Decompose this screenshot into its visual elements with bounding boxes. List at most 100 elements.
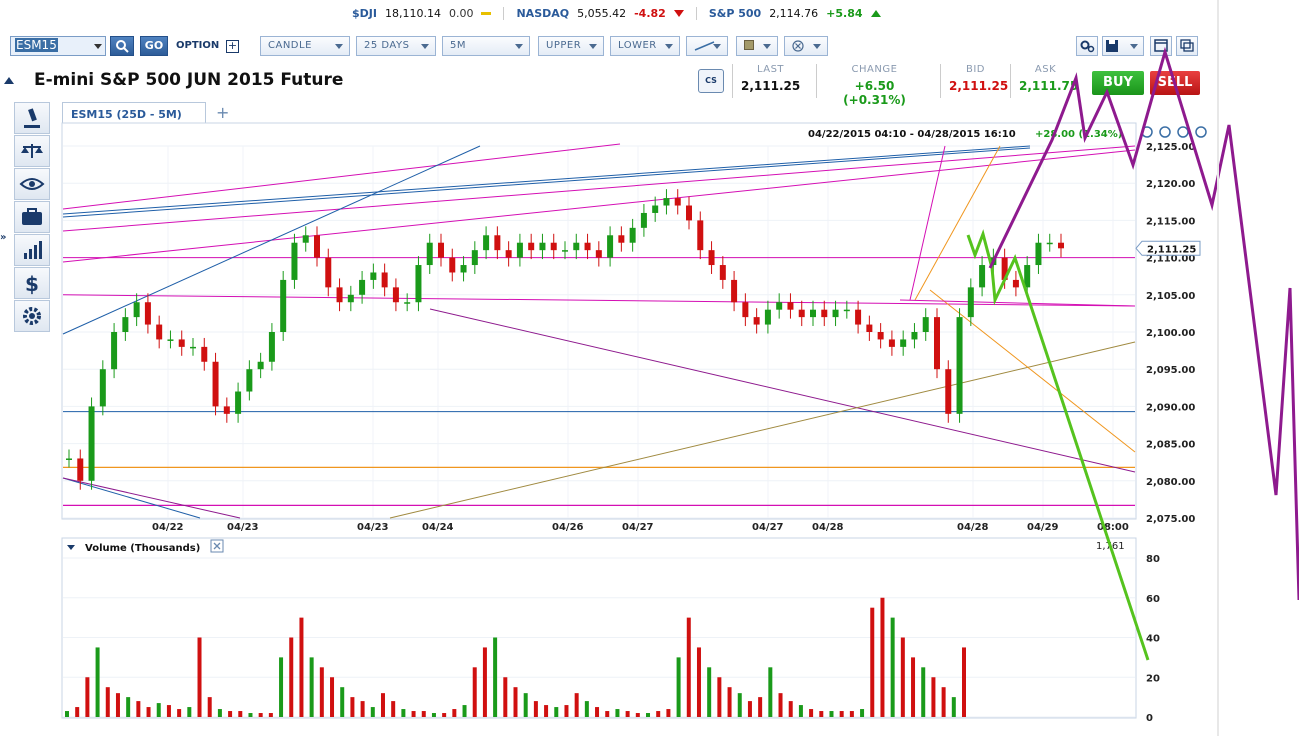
candle: [618, 235, 625, 243]
zoom-in-icon: [1159, 126, 1171, 138]
candle: [539, 242, 546, 251]
candle: [911, 332, 918, 340]
volume-bar: [258, 713, 263, 717]
candle: [460, 265, 467, 273]
candle: [877, 332, 884, 340]
y-tick-label: 2,080.00: [1146, 477, 1195, 488]
price-plot-frame: [61, 122, 1137, 520]
candle: [1058, 242, 1064, 249]
y-tick-label: 2,115.00: [1146, 216, 1195, 227]
volume-bar: [401, 709, 406, 717]
volume-bar: [482, 647, 487, 717]
x-tick-label: 04/27: [622, 522, 654, 533]
candle: [235, 391, 242, 414]
volume-bar: [707, 667, 712, 717]
volume-bar: [870, 607, 875, 717]
volume-bar: [727, 687, 732, 717]
x-tick-label: 04/28: [957, 522, 989, 533]
volume-bar: [554, 707, 559, 717]
candle: [719, 265, 726, 280]
volume-bar: [839, 711, 844, 717]
volume-bar: [115, 693, 120, 717]
candle: [708, 250, 715, 266]
volume-title: Volume (Thousands): [85, 543, 200, 554]
volume-bar: [105, 687, 110, 717]
y-tick-label: 2,075.00: [1146, 514, 1195, 525]
candle: [798, 309, 805, 318]
candle: [381, 272, 388, 288]
candle: [697, 220, 704, 251]
candle: [370, 272, 377, 280]
candle: [595, 250, 602, 258]
volume-bar: [676, 657, 681, 717]
range-text: 04/22/2015 04:10 - 04/28/2015 16:10: [808, 129, 1016, 140]
candle: [257, 361, 264, 370]
candle: [302, 235, 309, 243]
volume-bar: [299, 617, 304, 717]
volume-bar: [849, 711, 854, 717]
y-tick-label: 2,105.00: [1146, 291, 1195, 302]
volume-bar: [421, 711, 426, 717]
zoom-out-icon: [1177, 126, 1189, 138]
candle: [66, 458, 72, 460]
volume-bar: [564, 705, 569, 717]
volume-chart[interactable]: Volume (Thousands) 1,761806040200: [61, 537, 1160, 724]
range-change: +28.00 (1.34%): [1035, 129, 1122, 140]
volume-bar: [798, 705, 803, 717]
candle: [178, 339, 185, 347]
volume-plot-frame: [61, 537, 1137, 719]
volume-bar: [860, 709, 865, 717]
last-price-label: 2,111.25: [1147, 244, 1196, 255]
volume-bar: [177, 709, 182, 717]
candle: [843, 309, 850, 312]
volume-bar: [309, 657, 314, 717]
volume-y-tick: 0: [1146, 713, 1153, 724]
price-chart[interactable]: 04/22/2015 04:10 - 04/28/2015 16:10 +28.0…: [61, 122, 1207, 533]
candle: [810, 309, 816, 318]
candle: [1046, 242, 1053, 245]
y-tick-label: 2,120.00: [1146, 179, 1195, 190]
volume-bar: [758, 697, 763, 717]
volume-bar: [340, 687, 345, 717]
candle: [787, 302, 794, 310]
candle: [505, 250, 512, 258]
volume-bar: [442, 713, 447, 717]
volume-bar: [574, 693, 579, 717]
candle: [133, 302, 140, 318]
x-tick-label: 04/28: [812, 522, 844, 533]
candle: [607, 235, 614, 258]
candle: [314, 235, 320, 258]
volume-bar: [911, 657, 916, 717]
candle: [562, 250, 568, 252]
volume-bar: [523, 693, 528, 717]
volume-bar: [493, 637, 498, 717]
y-tick-label: 2,095.00: [1146, 365, 1195, 376]
candle: [753, 317, 760, 325]
candle: [922, 317, 929, 332]
volume-bar: [156, 703, 161, 717]
candle: [652, 205, 659, 213]
volume-bar: [595, 707, 600, 717]
volume-bar: [747, 701, 752, 717]
volume-bar: [656, 711, 661, 717]
volume-bar: [788, 701, 793, 717]
volume-bar: [625, 711, 630, 717]
candle: [934, 317, 940, 370]
candle: [640, 212, 647, 228]
volume-bar: [330, 677, 335, 717]
volume-bar: [696, 647, 701, 717]
candle: [291, 242, 298, 280]
volume-bar: [544, 705, 549, 717]
volume-bar: [126, 697, 131, 717]
candle: [956, 317, 963, 414]
volume-bar: [819, 711, 824, 717]
zoom-in-icon: [1195, 126, 1207, 138]
volume-bar: [605, 711, 610, 717]
volume-bar: [166, 705, 171, 717]
candle: [979, 265, 986, 288]
candle: [945, 369, 952, 414]
volume-bar: [737, 693, 742, 717]
volume-bar: [615, 709, 620, 717]
volume-bar: [635, 713, 640, 717]
volume-bar: [452, 709, 457, 717]
